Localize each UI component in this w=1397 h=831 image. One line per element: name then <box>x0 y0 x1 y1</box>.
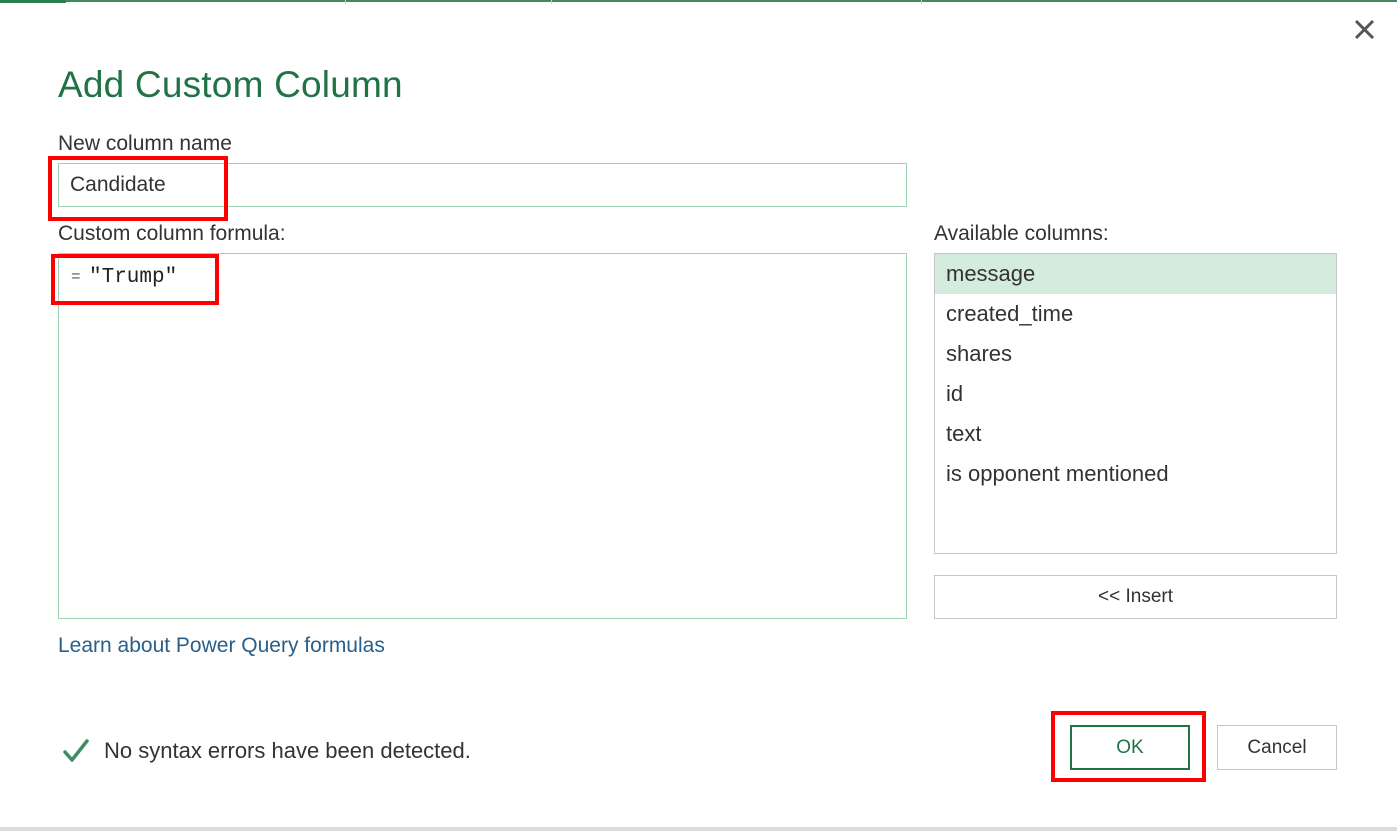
insert-button[interactable]: << Insert <box>934 575 1337 619</box>
learn-formulas-link[interactable]: Learn about Power Query formulas <box>58 634 385 658</box>
ok-button[interactable]: OK <box>1070 725 1190 770</box>
formula-text: "Trump" <box>89 266 178 289</box>
new-column-name-label: New column name <box>58 132 232 155</box>
cancel-button[interactable]: Cancel <box>1217 725 1337 770</box>
column-item-text[interactable]: text <box>935 414 1336 454</box>
custom-formula-label: Custom column formula: <box>58 222 286 245</box>
column-item-is-opponent-mentioned[interactable]: is opponent mentioned <box>935 454 1336 494</box>
column-item-message[interactable]: message <box>935 254 1336 294</box>
syntax-status-text: No syntax errors have been detected. <box>104 738 471 763</box>
window-bottom-border <box>0 827 1397 831</box>
column-item-shares[interactable]: shares <box>935 334 1336 374</box>
checkmark-icon <box>63 739 89 762</box>
column-item-created-time[interactable]: created_time <box>935 294 1336 334</box>
window-top-border <box>0 0 1397 2</box>
close-button[interactable] <box>1350 14 1380 44</box>
new-column-name-input[interactable] <box>58 163 907 207</box>
formula-equals-prefix: = <box>71 268 81 286</box>
close-icon <box>1354 19 1375 40</box>
background-gridline <box>921 0 922 4</box>
background-gridline <box>551 0 552 4</box>
available-columns-label: Available columns: <box>934 222 1109 245</box>
window-top-border-accent <box>0 0 66 3</box>
available-columns-list[interactable]: message created_time shares id text is o… <box>934 253 1337 554</box>
background-gridline <box>345 0 346 4</box>
syntax-status: No syntax errors have been detected. <box>62 736 471 766</box>
custom-formula-editor[interactable]: = "Trump" <box>58 253 907 619</box>
column-item-id[interactable]: id <box>935 374 1336 414</box>
dialog-title: Add Custom Column <box>58 64 403 105</box>
